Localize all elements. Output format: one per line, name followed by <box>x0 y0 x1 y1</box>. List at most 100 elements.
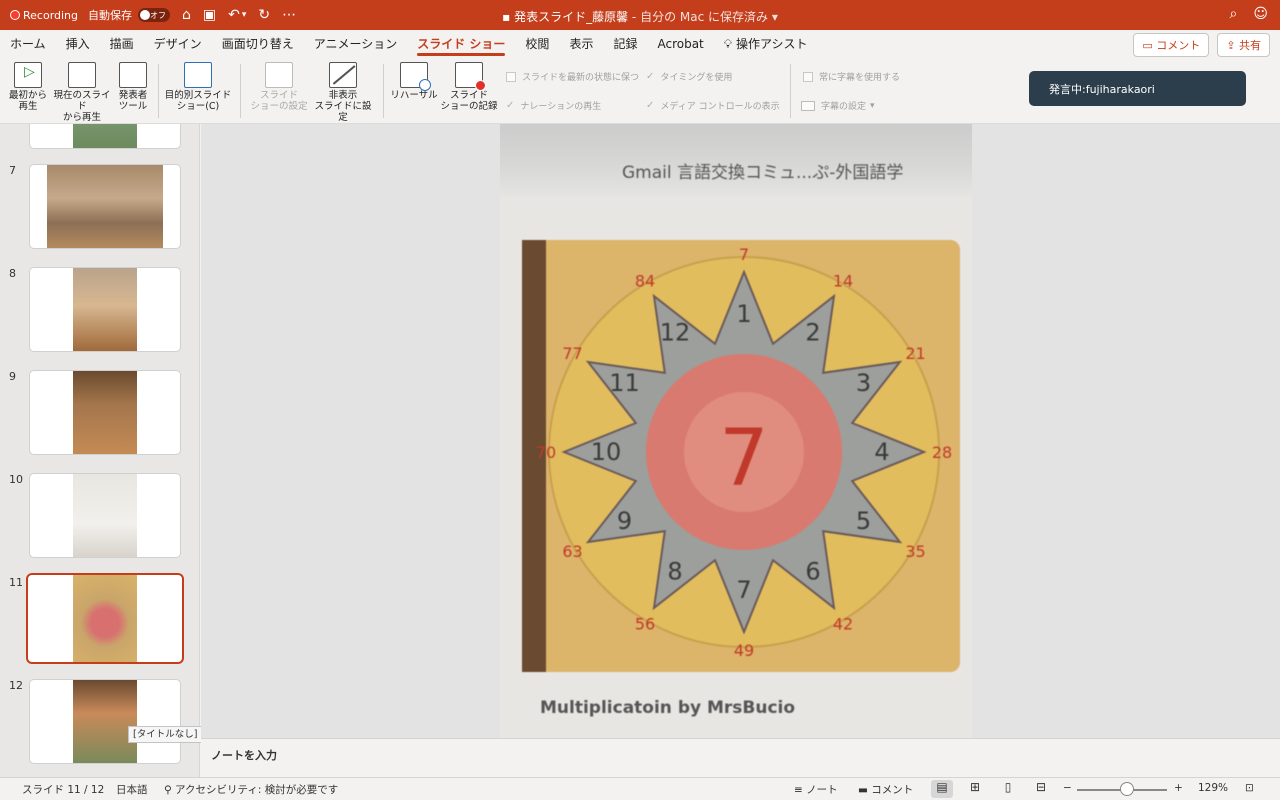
recording-indicator[interactable]: Recording <box>10 9 78 22</box>
tab-design[interactable]: デザイン <box>154 30 202 58</box>
segment-number: 6 <box>805 558 820 586</box>
zoom-level[interactable]: 129% <box>1198 782 1228 794</box>
zoom-in-icon[interactable]: + <box>1174 782 1183 794</box>
custom-show-icon <box>184 62 212 88</box>
slide-thumbnail-7[interactable] <box>29 164 181 249</box>
fit-to-window-icon[interactable]: ⊡ <box>1245 782 1254 794</box>
use-timings-label: タイミングを使用 <box>660 73 733 83</box>
tab-review[interactable]: 校閲 <box>525 30 549 58</box>
tab-draw[interactable]: 描画 <box>110 30 134 58</box>
play-narration-checkbox[interactable]: ✓ ナレーションの再生 <box>506 99 601 112</box>
slide-thumbnail-11[interactable] <box>26 573 184 664</box>
slide-thumbnail-9[interactable] <box>29 370 181 455</box>
thumbnail-image <box>73 680 137 763</box>
custom-show-button[interactable]: 目的別スライド ショー(C) <box>164 62 232 112</box>
tab-record[interactable]: 記録 <box>613 30 637 58</box>
hide-slide-button[interactable]: 非表示 スライドに設定 <box>310 62 376 123</box>
slide-thumbnail-pane[interactable]: 7 8 9 10 11 12 <box>0 124 200 777</box>
custom-show-label-2: ショー(C) <box>176 101 220 112</box>
lightbulb-icon: 💡︎ <box>723 37 736 51</box>
zoom-slider-handle[interactable] <box>1120 782 1134 796</box>
keep-updated-checkbox[interactable]: スライドを最新の状態に保つ <box>506 70 639 83</box>
tab-home[interactable]: ホーム <box>10 30 46 58</box>
chevron-down-icon[interactable]: ▾ <box>768 10 778 24</box>
undo-icon[interactable]: ↶ <box>228 7 240 23</box>
setup-label-1: スライド <box>259 90 298 101</box>
slide-play-icon <box>68 62 96 88</box>
from-current-label-1: 現在のスライド <box>53 90 111 112</box>
slide-sorter-view-button[interactable]: ⊞ <box>964 780 986 798</box>
slide-photo[interactable]: Gmail 言語交換コミュ...ぷ-外国語学 1 2 3 4 5 6 7 8 9 10 11 12 7… <box>500 124 972 738</box>
slide-number: 8 <box>9 267 16 280</box>
center-number: 7 <box>719 414 769 504</box>
photo-browser-tabs-text: Gmail 言語交換コミュ...ぷ-外国語学 <box>622 163 904 183</box>
save-icon[interactable]: ▣ <box>203 7 216 23</box>
current-slide[interactable]: Gmail 言語交換コミュ...ぷ-外国語学 1 2 3 4 5 6 7 8 9 10 11 12 7… <box>500 124 972 738</box>
presenter-view-button[interactable]: 発表者 ツール <box>116 62 150 112</box>
notes-pane[interactable]: ノートを入力 <box>201 738 1280 777</box>
tab-animations[interactable]: アニメーション <box>314 30 398 58</box>
record-label-2: ショーの記録 <box>440 101 498 112</box>
play-from-current-button[interactable]: 現在のスライド から再生 <box>50 62 114 123</box>
language-indicator[interactable]: 日本語 <box>116 782 148 797</box>
play-from-start-button[interactable]: ▷ 最初から 再生 <box>8 62 48 112</box>
ribbon-divider <box>790 64 791 118</box>
slide-thumbnail-12[interactable] <box>29 679 181 764</box>
person-icon[interactable]: ☺ <box>1253 6 1268 22</box>
zoom-out-icon[interactable]: − <box>1063 782 1072 794</box>
slide-number: 9 <box>9 370 16 383</box>
tab-slideshow[interactable]: スライド ショー <box>417 30 506 58</box>
doc-title-text: 発表スライド_藤原馨 <box>514 10 629 24</box>
slide-thumbnail-8[interactable] <box>29 267 181 352</box>
subtitle-settings-button[interactable]: 字幕の設定 ▾ <box>801 99 875 112</box>
slide-editing-canvas[interactable]: Gmail 言語交換コミュ...ぷ-外国語学 1 2 3 4 5 6 7 8 9 10 11 12 7… <box>201 124 1280 738</box>
tab-tell-me[interactable]: 💡︎ 操作アシスト <box>724 30 808 58</box>
tab-transitions[interactable]: 画面切り替え <box>222 30 294 58</box>
record-label-1: スライド <box>449 90 488 101</box>
normal-view-button[interactable]: ▤ <box>931 780 953 798</box>
comment-icon: ▬ <box>858 784 872 796</box>
use-timings-checkbox[interactable]: ✓ タイミングを使用 <box>646 70 732 83</box>
hide-slide-icon <box>329 62 357 88</box>
tab-acrobat[interactable]: Acrobat <box>657 30 703 58</box>
notes-toggle-button[interactable]: ≡ ノート <box>794 782 838 797</box>
redo-icon[interactable]: ↻ <box>258 7 270 23</box>
ribbon-divider <box>383 64 384 118</box>
undo-dropdown-icon[interactable]: ▾ <box>242 10 247 20</box>
subtitle-icon <box>801 100 815 111</box>
segment-number: 1 <box>736 300 751 328</box>
thumbnail-tooltip: [タイトルなし] <box>128 726 203 743</box>
setup-show-button[interactable]: スライド ショーの設定 <box>250 62 308 112</box>
comments-toggle-button[interactable]: ▬ コメント <box>858 782 913 797</box>
home-icon[interactable]: ⌂ <box>182 7 191 23</box>
autosave-control[interactable]: 自動保存 オフ <box>88 7 171 23</box>
segment-number: 4 <box>874 438 889 466</box>
rehearse-button[interactable]: リハーサル <box>390 62 438 101</box>
comment-button[interactable]: ▭ コメント <box>1133 33 1210 57</box>
accessibility-status[interactable]: ⚲ アクセシビリティ: 検討が必要です <box>164 782 338 797</box>
reading-view-button[interactable]: ▯ <box>997 780 1019 798</box>
thumbnail-image <box>73 124 137 148</box>
accessibility-label: アクセシビリティ: 検討が必要です <box>175 784 339 796</box>
play-narration-label: ナレーションの再生 <box>520 102 602 112</box>
comments-label: コメント <box>871 784 914 796</box>
tab-insert[interactable]: 挿入 <box>66 30 90 58</box>
segment-number: 11 <box>609 369 640 397</box>
checkbox-box <box>506 71 516 82</box>
always-subtitles-label: 常に字幕を使用する <box>819 73 901 83</box>
status-bar: スライド 11 / 12 日本語 ⚲ アクセシビリティ: 検討が必要です ≡ ノ… <box>0 777 1280 800</box>
slideshow-view-button[interactable]: ⊟ <box>1030 780 1052 798</box>
outer-multiple: 35 <box>905 542 925 561</box>
record-show-button[interactable]: スライド ショーの記録 <box>440 62 498 112</box>
slide-thumbnail[interactable] <box>29 124 181 149</box>
autosave-toggle[interactable]: オフ <box>138 8 171 22</box>
slide-thumbnail-10[interactable] <box>29 473 181 558</box>
ribbon-divider <box>240 64 241 118</box>
always-subtitles-checkbox[interactable]: 常に字幕を使用する <box>803 70 900 83</box>
more-icon[interactable]: ⋯ <box>282 7 296 23</box>
tab-view[interactable]: 表示 <box>569 30 593 58</box>
search-icon[interactable]: ⌕ <box>1230 6 1238 22</box>
share-button[interactable]: ⇪ 共有 <box>1217 33 1270 57</box>
media-controls-checkbox[interactable]: ✓ メディア コントロールの表示 <box>646 99 780 112</box>
notes-placeholder: ノートを入力 <box>211 749 277 762</box>
